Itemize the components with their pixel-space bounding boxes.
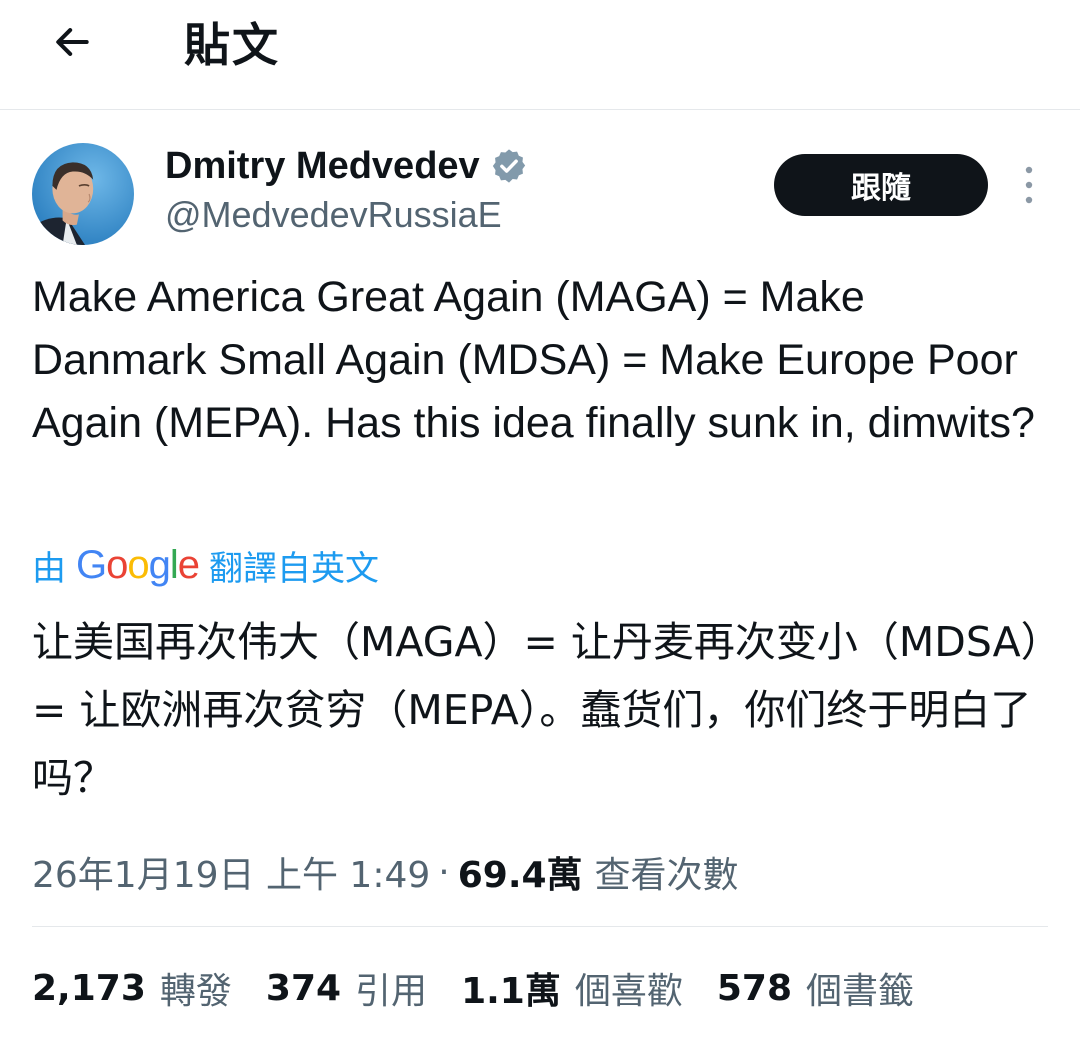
views-label: 查看次數 xyxy=(594,855,739,896)
avatar[interactable] xyxy=(32,143,134,245)
top-bar: 貼文 xyxy=(0,0,1080,110)
repost-count: 2,173 xyxy=(32,967,146,1009)
translation-prefix: 由 xyxy=(32,548,66,589)
quote-label: 引用 xyxy=(355,971,428,1012)
verified-badge-icon[interactable] xyxy=(490,147,528,185)
translation-suffix: 翻譯自英文 xyxy=(209,548,380,589)
views-count: 69.4萬 xyxy=(457,855,583,896)
arrow-left-icon xyxy=(56,28,89,56)
page-title: 貼文 xyxy=(184,18,280,72)
author-name[interactable]: Dmitry Medvedev xyxy=(165,145,480,188)
follow-button[interactable]: 跟隨 xyxy=(774,154,988,216)
stat-reposts[interactable]: 2,173 轉發 xyxy=(32,962,232,1014)
back-button[interactable] xyxy=(42,16,102,68)
stat-bookmarks[interactable]: 578 個書籤 xyxy=(717,962,914,1014)
meta-separator: · xyxy=(438,851,450,893)
more-options-button[interactable] xyxy=(1010,160,1048,210)
stat-quotes[interactable]: 374 引用 xyxy=(266,962,427,1014)
translation-attribution[interactable]: 由 Google 翻譯自英文 xyxy=(32,540,379,590)
bookmark-label: 個書籤 xyxy=(806,971,915,1012)
timestamp[interactable]: 26年1月19日 上午 1:49 xyxy=(32,846,430,898)
repost-label: 轉發 xyxy=(159,971,232,1012)
translated-text: 让美国再次伟大（MAGA）= 让丹麦再次变小（MDSA）= 让欧洲再次贫穷（ME… xyxy=(32,618,1042,802)
avatar-image xyxy=(32,143,134,245)
like-label: 個喜歡 xyxy=(574,971,683,1012)
engagement-stats: 2,173 轉發 374 引用 1.1萬 個喜歡 578 個書籤 xyxy=(32,962,948,1014)
divider xyxy=(32,926,1048,927)
google-logo: Google xyxy=(76,542,200,587)
quote-count: 374 xyxy=(265,967,342,1009)
more-vertical-icon xyxy=(1025,166,1033,204)
tweet-meta: 26年1月19日 上午 1:49 · 69.4萬 查看次數 xyxy=(32,846,739,898)
like-count: 1.1萬 xyxy=(461,971,561,1012)
author-name-row: Dmitry Medvedev xyxy=(165,142,528,190)
bookmark-count: 578 xyxy=(716,967,793,1009)
tweet-text: Make America Great Again (MAGA) = Make D… xyxy=(32,273,1035,447)
stat-likes[interactable]: 1.1萬 個喜歡 xyxy=(461,962,683,1014)
author-handle[interactable]: @MedvedevRussiaE xyxy=(165,192,502,238)
